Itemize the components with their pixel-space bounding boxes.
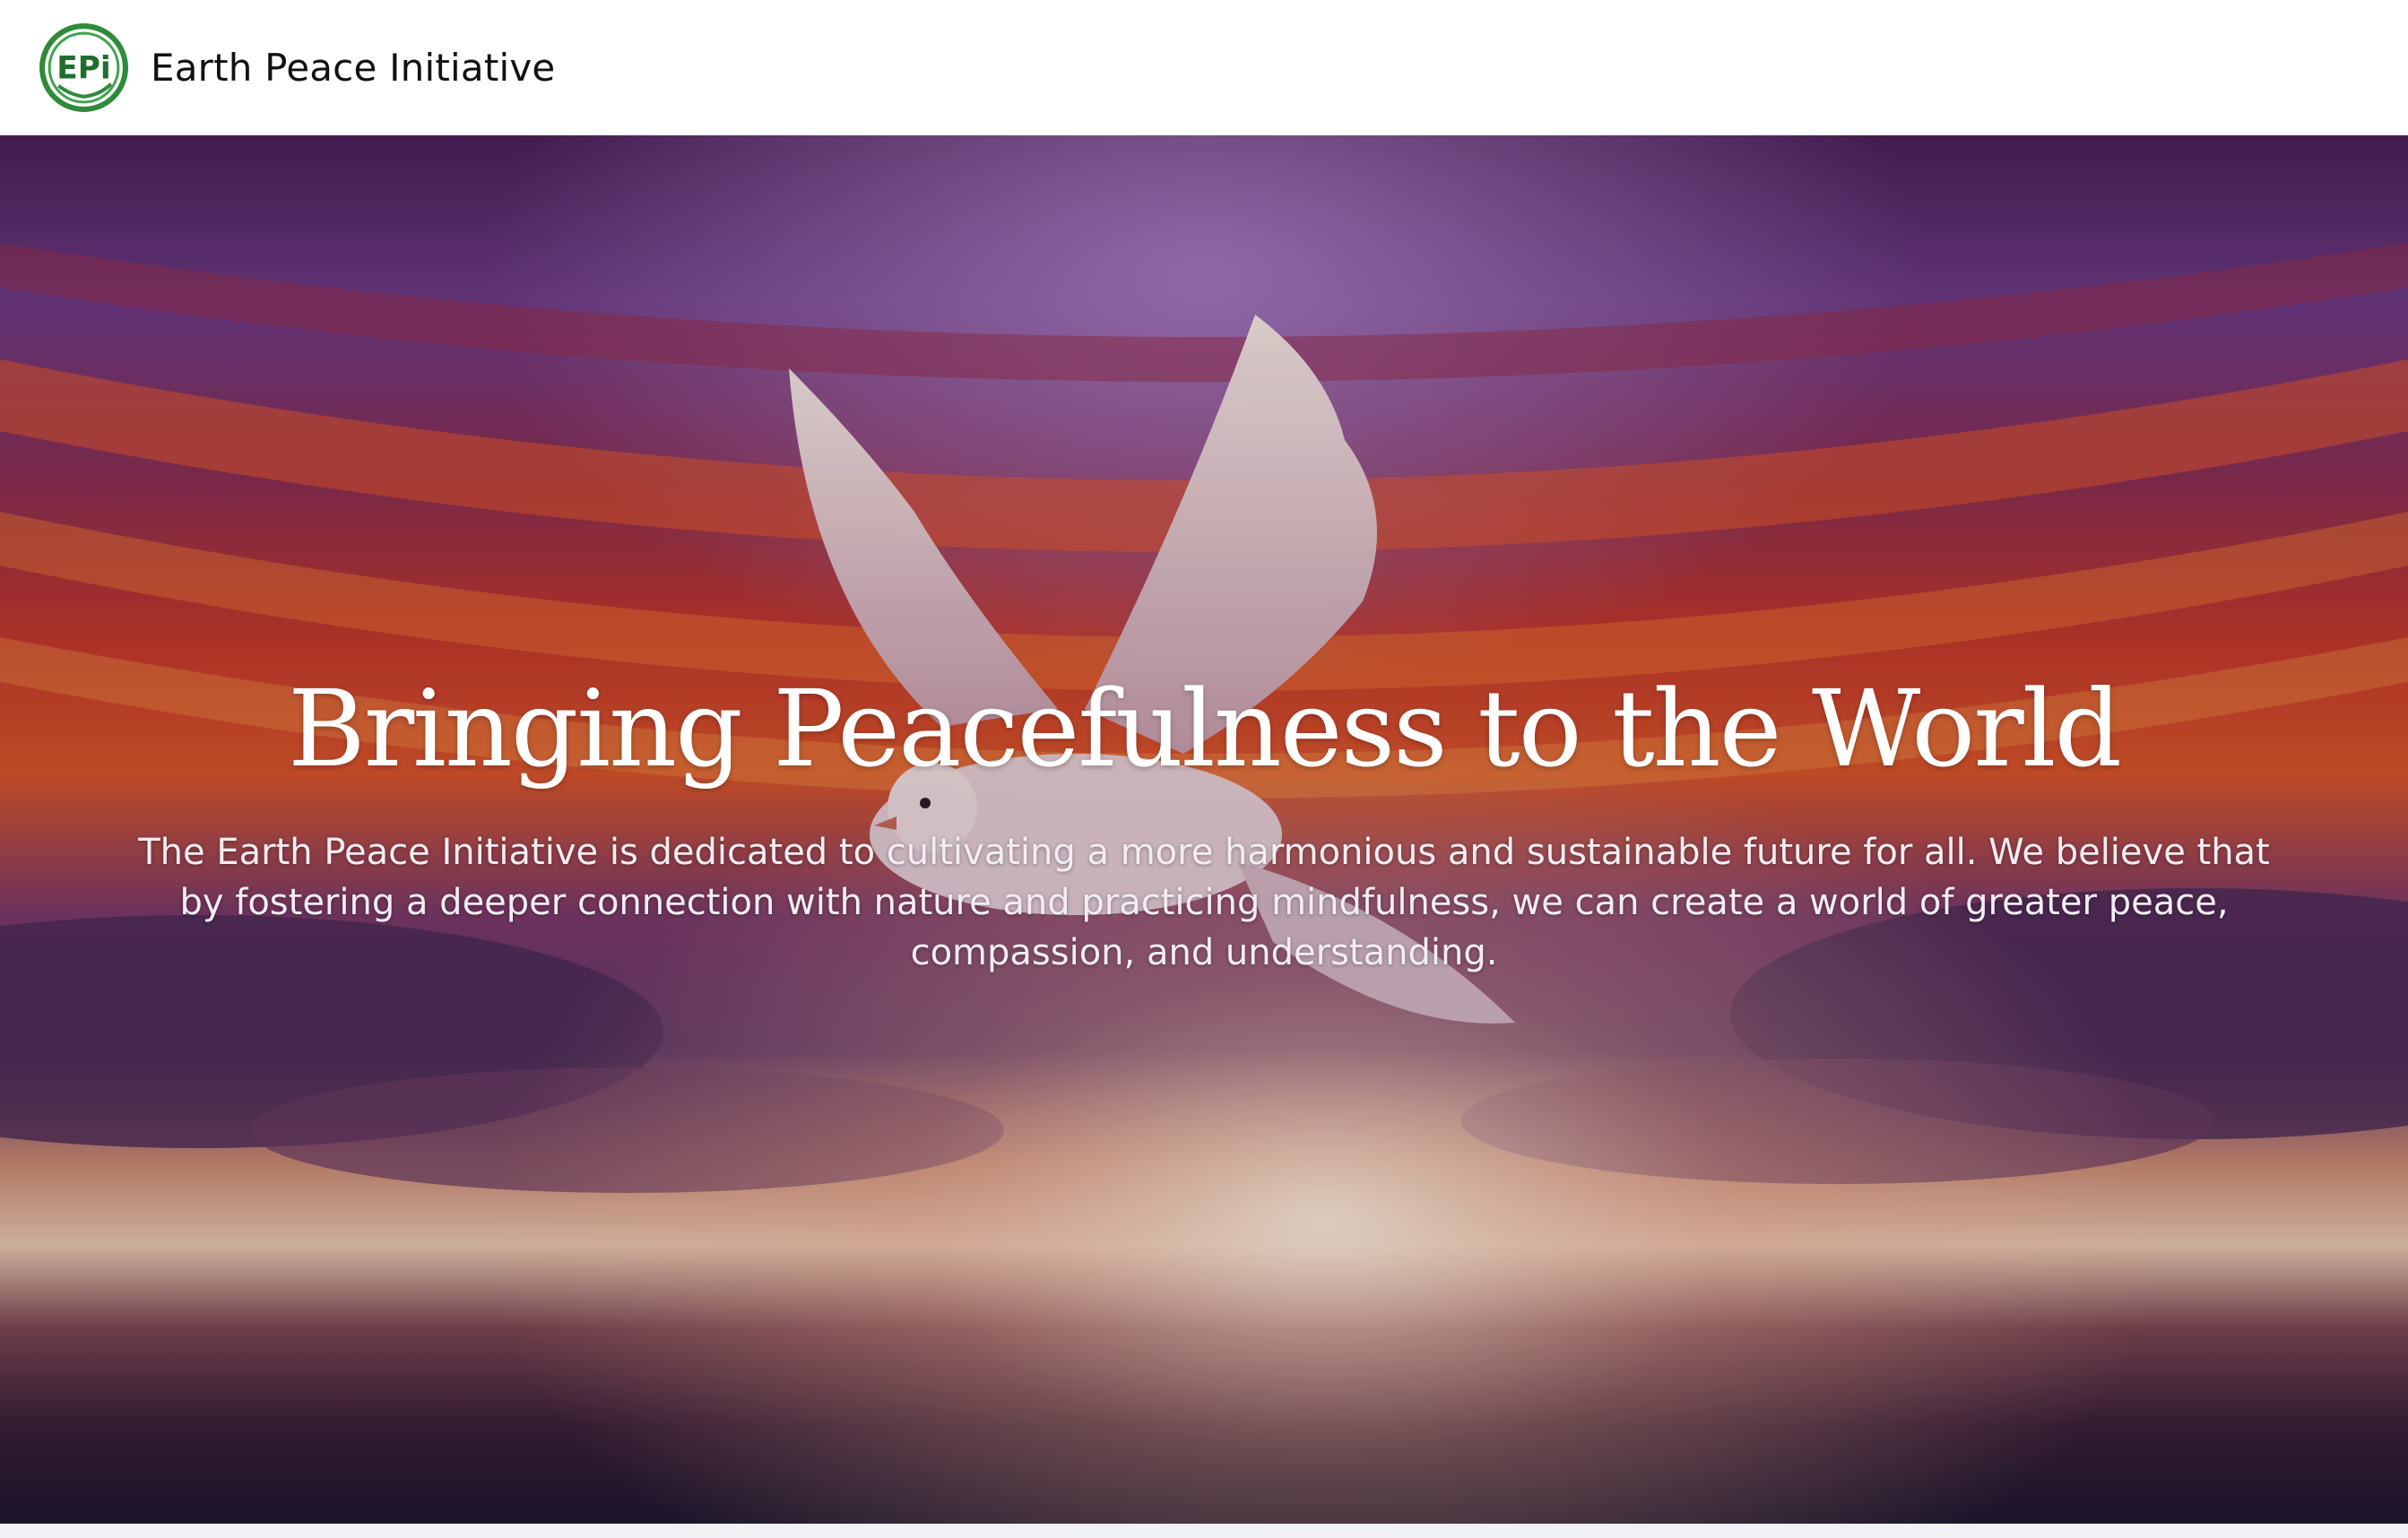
- hero-title: Bringing Peacefulness to the World: [288, 667, 2122, 791]
- site-name[interactable]: Earth Peace Initiative: [151, 46, 555, 90]
- top-navbar: EPi Earth Peace Initiative: [0, 0, 2408, 135]
- hero-description: The Earth Peace Initiative is dedicated …: [138, 832, 2270, 973]
- page-bottom-strip: [0, 1524, 2408, 1538]
- svg-text:EPi: EPi: [56, 51, 110, 87]
- hero-content: Bringing Peacefulness to the World The E…: [0, 135, 2408, 1524]
- hero-section: Bringing Peacefulness to the World The E…: [0, 135, 2408, 1524]
- earth-peace-logo-icon[interactable]: EPi: [39, 22, 129, 113]
